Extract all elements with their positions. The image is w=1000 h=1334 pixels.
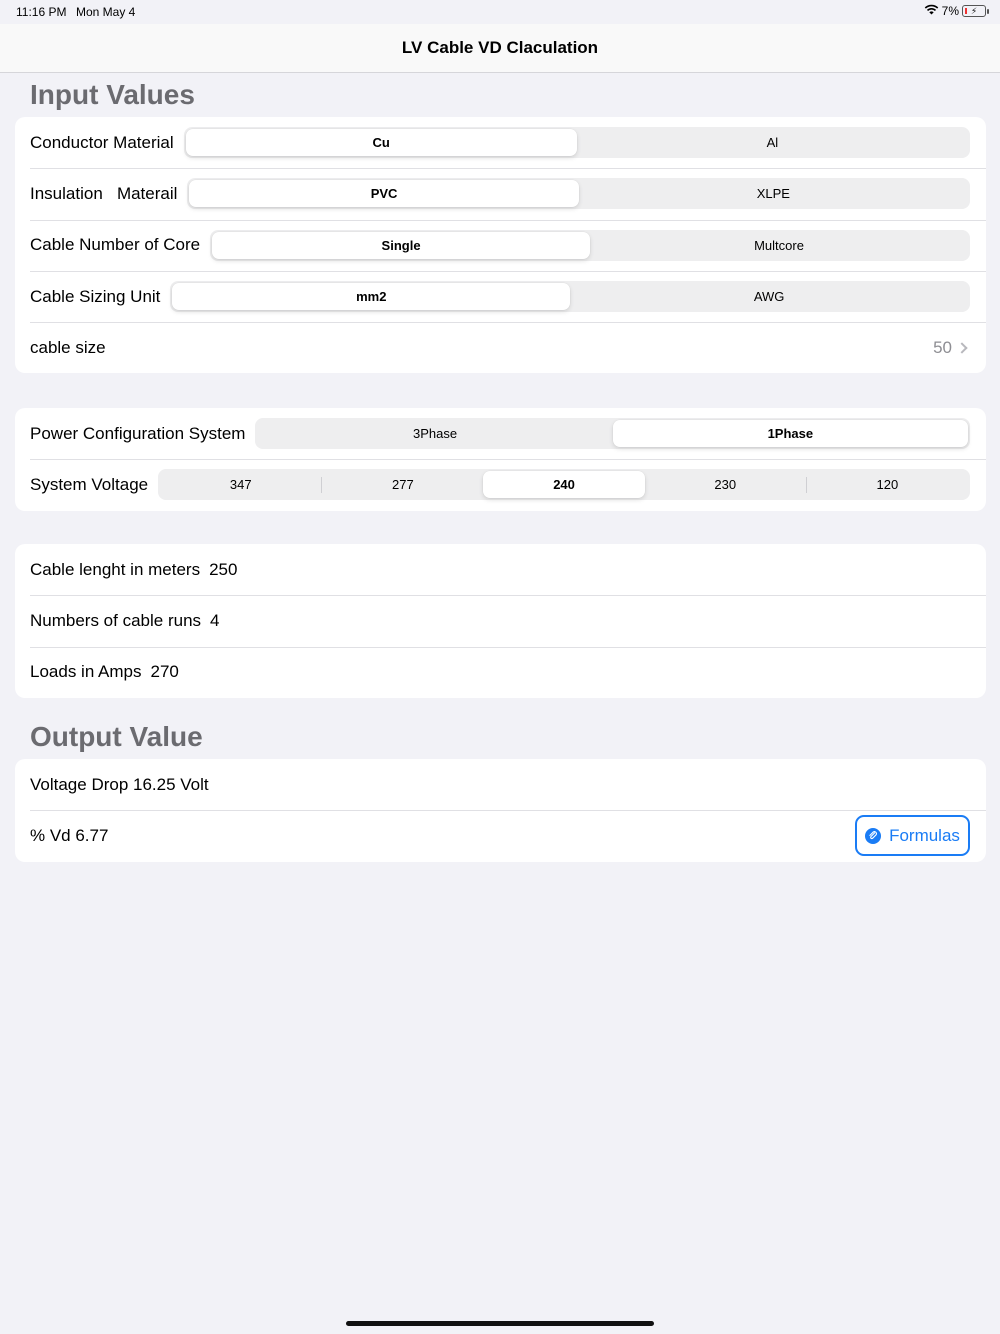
cable-length-row[interactable]: Cable lenght in meters 250 [15, 544, 986, 595]
status-indicators: 7% ⚡ [924, 4, 989, 18]
cable-runs-label: Numbers of cable runs [30, 610, 202, 630]
segment-mm2[interactable]: mm2 [172, 283, 571, 311]
power-config-card: Power Configuration System 3Phase 1Phase… [15, 408, 986, 511]
load-amps-label: Loads in Amps [30, 662, 142, 682]
percent-vd-row: % Vd 6.77 Formulas [15, 810, 986, 861]
segment-al[interactable]: Al [577, 129, 968, 156]
system-voltage-label: System Voltage [30, 474, 149, 494]
power-config-row: Power Configuration System 3Phase 1Phase [15, 408, 986, 459]
cable-parameters-card: Cable lenght in meters 250 Numbers of ca… [15, 544, 986, 698]
conductor-material-segmented: Cu Al [183, 127, 970, 159]
cable-length-input[interactable]: 250 [209, 560, 237, 580]
segment-awg[interactable]: AWG [570, 283, 968, 310]
voltage-drop-row: Voltage Drop 16.25 Volt [15, 759, 986, 810]
cable-core-row: Cable Number of Core Single Multcore [15, 219, 986, 271]
cable-core-label: Cable Number of Core [30, 235, 201, 255]
power-config-segmented: 3Phase 1Phase [255, 418, 970, 450]
home-indicator[interactable] [346, 1321, 654, 1326]
status-bar: 11:16 PM Mon May 4 7% ⚡ [0, 0, 1000, 24]
load-amps-row[interactable]: Loads in Amps 270 [15, 646, 986, 698]
cable-runs-row[interactable]: Numbers of cable runs 4 [15, 595, 986, 646]
voltage-drop-text: Voltage Drop 16.25 Volt [30, 774, 209, 794]
cable-size-picker[interactable]: 50 [933, 338, 970, 358]
percent-vd-text: % Vd 6.77 [30, 825, 109, 845]
status-time: 11:16 PM [16, 5, 67, 19]
conductor-material-label: Conductor Material [30, 132, 174, 152]
input-values-card: Conductor Material Cu Al Insulation Mate… [15, 117, 986, 374]
formulas-button[interactable]: Formulas [855, 815, 970, 857]
battery-icon: ⚡ [962, 5, 989, 17]
page-title: LV Cable VD Claculation [401, 38, 599, 57]
cable-core-segmented: Single Multcore [210, 229, 970, 261]
system-voltage-segmented: 347 277 240 230 120 [158, 469, 970, 501]
segment-3phase[interactable]: 3Phase [257, 420, 612, 447]
insulation-material-label: Insulation Materail [30, 183, 178, 203]
cable-size-value: 50 [933, 337, 952, 357]
segment-cu[interactable]: Cu [185, 129, 577, 157]
segment-1phase[interactable]: 1Phase [612, 420, 968, 448]
segment-single[interactable]: Single [212, 231, 591, 259]
sizing-unit-segmented: mm2 AWG [170, 281, 970, 313]
status-date: Mon May 4 [76, 5, 136, 19]
output-value-header: Output Value [30, 721, 203, 752]
insulation-material-segmented: PVC XLPE [187, 178, 970, 210]
load-amps-input[interactable]: 270 [151, 662, 179, 682]
segment-230[interactable]: 230 [645, 471, 806, 498]
cable-runs-input[interactable]: 4 [210, 611, 219, 631]
segment-240[interactable]: 240 [483, 471, 645, 499]
segment-pvc[interactable]: PVC [189, 180, 579, 208]
battery-percent: 7% [941, 4, 959, 18]
cable-size-row[interactable]: cable size 50 [15, 322, 986, 373]
power-config-label: Power Configuration System [30, 423, 246, 443]
input-values-header: Input Values [30, 79, 195, 110]
segment-347[interactable]: 347 [160, 471, 321, 498]
segment-277[interactable]: 277 [322, 471, 483, 498]
wifi-icon [924, 4, 939, 18]
conductor-material-row: Conductor Material Cu Al [15, 117, 986, 168]
navigation-bar: LV Cable VD Claculation [0, 24, 1000, 73]
cable-size-label: cable size [30, 337, 106, 357]
cable-length-label: Cable lenght in meters [30, 559, 201, 579]
sizing-unit-row: Cable Sizing Unit mm2 AWG [15, 270, 986, 322]
paperclip-icon [865, 827, 882, 844]
sizing-unit-label: Cable Sizing Unit [30, 286, 161, 306]
output-card: Voltage Drop 16.25 Volt % Vd 6.77 Formul… [15, 759, 986, 862]
insulation-material-row: Insulation Materail PVC XLPE [15, 168, 986, 219]
segment-multcore[interactable]: Multcore [590, 232, 968, 259]
chevron-right-icon [956, 342, 968, 354]
segment-xlpe[interactable]: XLPE [579, 180, 968, 207]
segment-120[interactable]: 120 [807, 471, 968, 498]
formulas-label: Formulas [889, 825, 960, 845]
system-voltage-row: System Voltage 347 277 240 230 120 [15, 459, 986, 510]
